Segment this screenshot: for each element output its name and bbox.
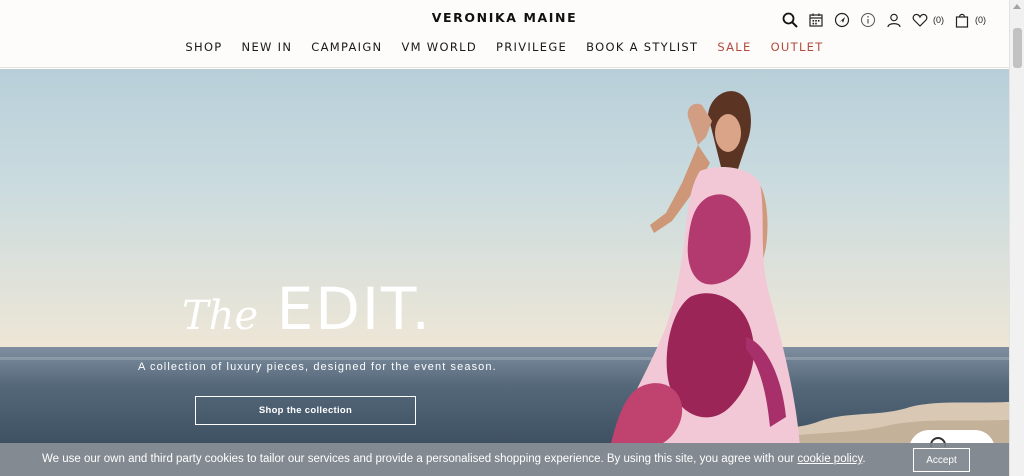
wishlist-icon[interactable] xyxy=(910,10,930,30)
shop-collection-button[interactable]: Shop the collection xyxy=(195,396,416,425)
account-icon[interactable] xyxy=(884,10,904,30)
hero-title-main: EDIT. xyxy=(276,275,432,343)
cookie-message-text: We use our own and third party cookies t… xyxy=(42,453,798,465)
info-icon[interactable] xyxy=(858,10,878,30)
page: VERONIKA MAINE (0) (0) SHOP NEW IN CAMPA… xyxy=(0,0,1024,476)
page-scrollbar[interactable] xyxy=(1009,0,1024,476)
cookie-banner: We use our own and third party cookies t… xyxy=(0,443,1009,476)
hero-subtitle: A collection of luxury pieces, designed … xyxy=(138,361,497,373)
hero-banner[interactable]: The EDIT. A collection of luxury pieces,… xyxy=(0,69,1009,443)
wishlist-count: (0) xyxy=(933,15,944,25)
nav-item-shop[interactable]: SHOP xyxy=(176,40,232,54)
nav-item-new-in[interactable]: NEW IN xyxy=(232,40,302,54)
hero-model-image xyxy=(611,91,800,443)
nav-item-campaign[interactable]: CAMPAIGN xyxy=(302,40,392,54)
accept-cookies-button[interactable]: Accept xyxy=(913,448,970,472)
main-navigation: SHOP NEW IN CAMPAIGN VM WORLD PRIVILEGE … xyxy=(0,40,1009,54)
nav-item-vm-world[interactable]: VM WORLD xyxy=(392,40,487,54)
cookie-message: We use our own and third party cookies t… xyxy=(42,453,866,465)
cart-count: (0) xyxy=(975,15,986,25)
hero-sea-glint xyxy=(0,357,1009,360)
hero-title: The EDIT. xyxy=(182,275,432,343)
utility-icons: (0) (0) xyxy=(780,10,994,30)
search-icon[interactable] xyxy=(780,10,800,30)
nav-item-privilege[interactable]: PRIVILEGE xyxy=(486,40,576,54)
calendar-icon[interactable] xyxy=(806,10,826,30)
nav-item-sale[interactable]: SALE xyxy=(708,40,761,54)
cookie-message-suffix: . xyxy=(862,453,866,465)
hero-title-prefix: The xyxy=(182,293,259,339)
scrollbar-thumb[interactable] xyxy=(1013,28,1022,68)
scroll-up-arrow-icon[interactable] xyxy=(1013,4,1021,9)
bag-icon[interactable] xyxy=(952,10,972,30)
store-locator-icon[interactable] xyxy=(832,10,852,30)
site-header: VERONIKA MAINE (0) (0) SHOP NEW IN CAMPA… xyxy=(0,0,1009,68)
nav-item-book-a-stylist[interactable]: BOOK A STYLIST xyxy=(577,40,708,54)
cookie-policy-link[interactable]: cookie policy xyxy=(797,453,862,465)
nav-item-outlet[interactable]: OUTLET xyxy=(761,40,833,54)
